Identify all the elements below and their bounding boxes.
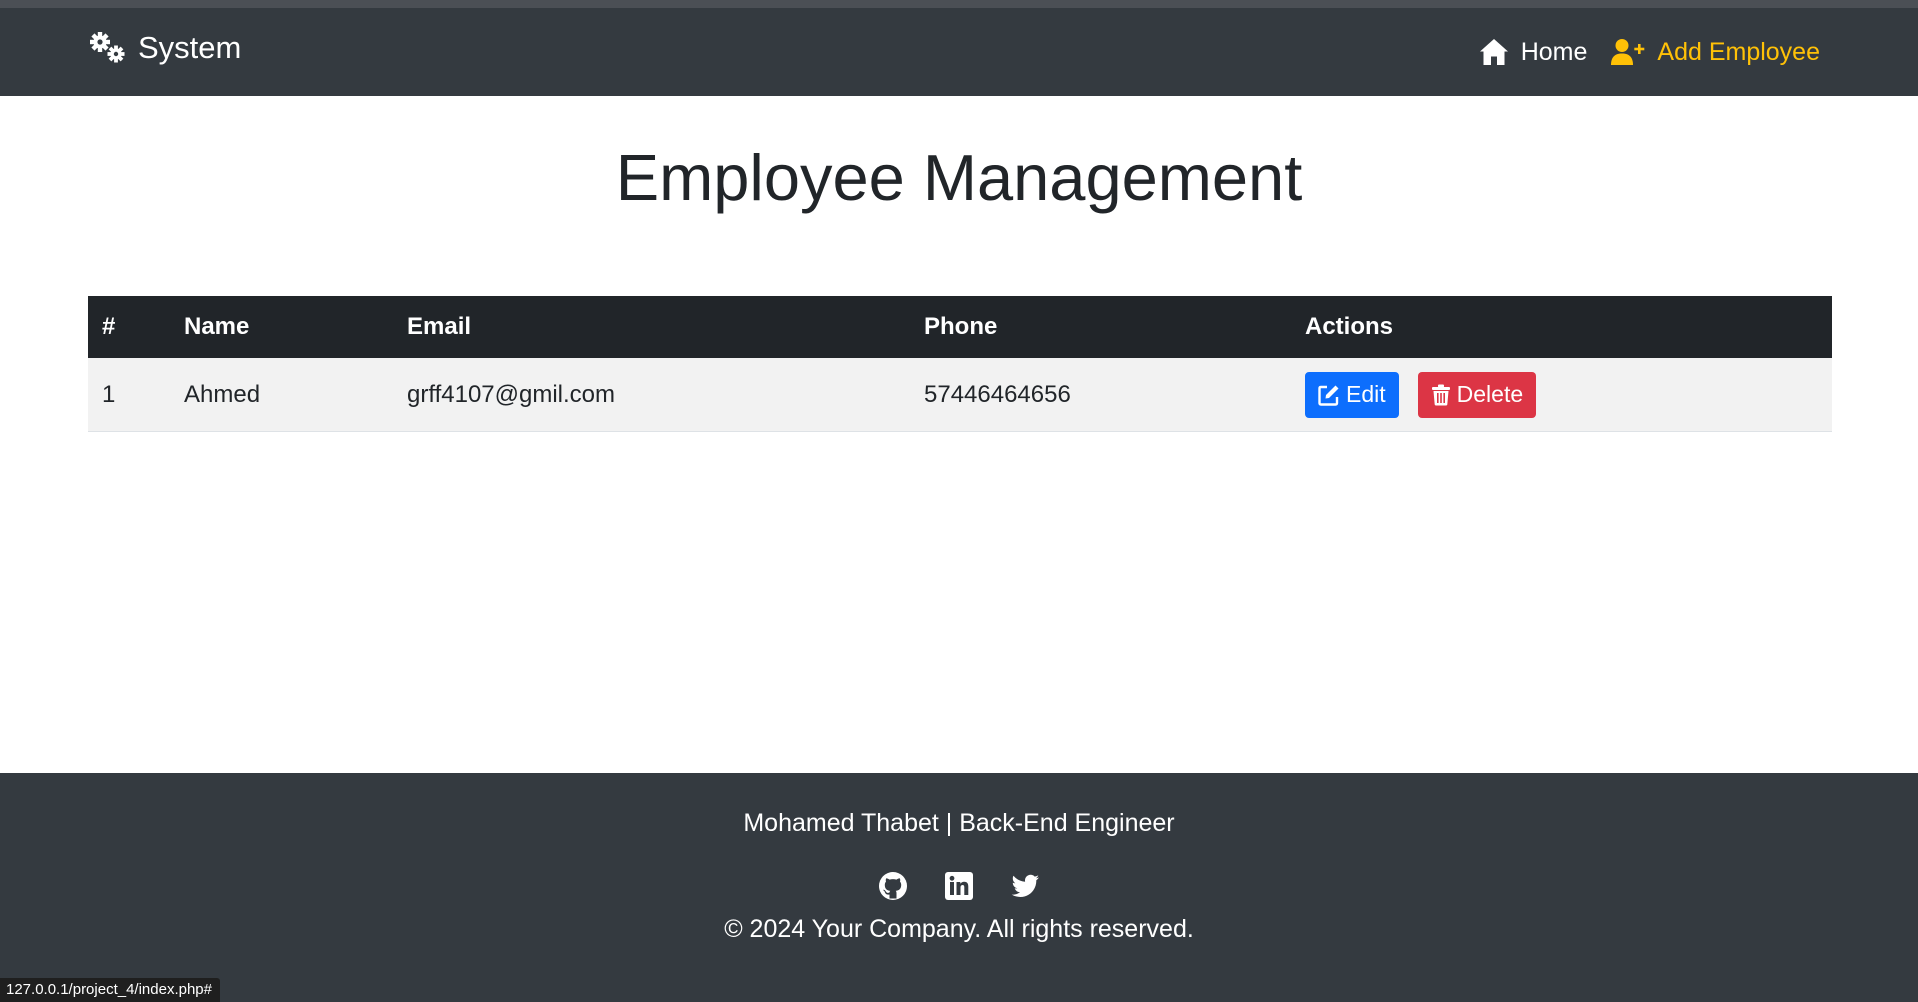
twitter-link[interactable] [1010,871,1040,901]
edit-icon [1318,384,1340,406]
cell-name: Ahmed [184,380,261,408]
delete-button-label: Delete [1456,381,1524,407]
top-navbar: System Home Add Employee [0,0,1918,96]
delete-button[interactable]: Delete [1417,371,1537,418]
footer-social-links [0,871,1918,901]
brand-link[interactable]: System [88,30,241,64]
nav-add-employee-link[interactable]: Add Employee [1611,38,1820,66]
cell-actions: Edit Delete [1291,358,1832,432]
employee-table-container: # Name Email Phone Actions 1 Ahmed grff4… [88,296,1832,432]
column-header-phone: Phone [924,313,998,340]
cell-id: 1 [102,380,116,408]
table-row: 1 Ahmed grff4107@gmil.com 57446464656 Ed… [88,358,1832,432]
footer-copyright: © 2024 Your Company. All rights reserved… [724,915,1194,943]
linkedin-icon [944,871,974,901]
github-icon [878,871,908,901]
cell-phone: 57446464656 [924,380,1071,408]
cell-email: grff4107@gmil.com [407,380,616,408]
edit-button-label: Edit [1346,381,1386,407]
nav-home-label: Home [1520,37,1588,66]
column-header-number: # [102,313,116,340]
employee-table: # Name Email Phone Actions 1 Ahmed grff4… [88,296,1832,432]
gears-icon [88,30,128,64]
github-link[interactable] [878,871,908,901]
table-header: # Name Email Phone Actions [88,296,1832,358]
status-bar-url: 127.0.0.1/project_4/index.php# [0,978,220,1002]
nav-add-employee-label: Add Employee [1657,37,1820,66]
page-title: Employee Management [615,141,1303,214]
column-header-email: Email [407,313,472,340]
trash-icon [1431,384,1451,406]
nav-links: Home Add Employee [1479,38,1820,66]
twitter-icon [1010,871,1040,901]
linkedin-link[interactable] [944,871,974,901]
column-header-actions: Actions [1305,313,1394,340]
brand-label: System [138,29,242,65]
edit-button[interactable]: Edit [1305,371,1399,418]
footer-author: Mohamed Thabet | Back-End Engineer [743,809,1175,837]
user-plus-icon [1611,38,1645,66]
home-icon [1479,38,1509,66]
page-footer: Mohamed Thabet | Back-End Engineer © 202… [0,773,1918,1002]
nav-home-link[interactable]: Home [1479,37,1588,66]
column-header-name: Name [184,313,250,340]
table-header-row: # Name Email Phone Actions [88,296,1832,358]
